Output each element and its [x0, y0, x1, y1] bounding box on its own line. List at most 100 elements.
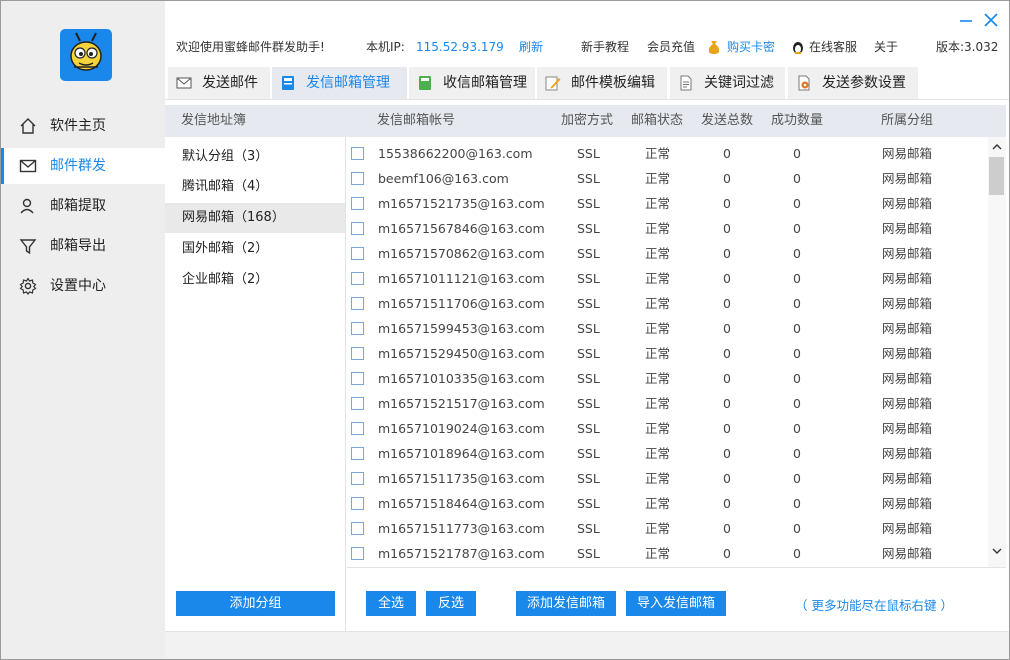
row-checkbox[interactable]: [351, 422, 364, 435]
sidebar-item-extract[interactable]: 邮箱提取: [1, 188, 165, 224]
sidebar: 软件主页 邮件群发 邮箱提取 邮箱导出 设置中心: [1, 1, 165, 659]
row-checkbox[interactable]: [351, 197, 364, 210]
table-row[interactable]: m16571529450@163.com SSL 正常 0 0 网易邮箱: [347, 341, 987, 366]
table-row[interactable]: m16571521787@163.com SSL 正常 0 0 网易邮箱: [347, 541, 987, 566]
row-checkbox[interactable]: [351, 347, 364, 360]
group-cell: 网易邮箱: [882, 396, 933, 411]
row-checkbox[interactable]: [351, 297, 364, 310]
tab-label: 发送邮件: [202, 75, 258, 91]
tab-label: 发信邮箱管理: [306, 75, 390, 91]
tab-keyword-filter[interactable]: 关键词过滤: [670, 67, 785, 99]
table-row[interactable]: m16571011121@163.com SSL 正常 0 0 网易邮箱: [347, 266, 987, 291]
scroll-thumb[interactable]: [989, 157, 1004, 195]
tab-template-edit[interactable]: 邮件模板编辑: [537, 67, 667, 99]
group-cell: 网易邮箱: [882, 146, 933, 161]
row-checkbox[interactable]: [351, 372, 364, 385]
row-checkbox[interactable]: [351, 272, 364, 285]
edit-icon: [545, 76, 561, 91]
import-sender-button[interactable]: 导入发信邮箱: [626, 591, 726, 616]
table-row[interactable]: m16571518464@163.com SSL 正常 0 0 网易邮箱: [347, 491, 987, 516]
mail-icon: [19, 159, 37, 173]
table-row[interactable]: m16571511735@163.com SSL 正常 0 0 网易邮箱: [347, 466, 987, 491]
scroll-up-icon[interactable]: [992, 143, 1002, 151]
sidebar-item-settings[interactable]: 设置中心: [1, 268, 165, 304]
group-item[interactable]: 默认分组（3）: [165, 142, 345, 172]
group-cell: 网易邮箱: [882, 296, 933, 311]
group-list: 默认分组（3） 腾讯邮箱（4） 网易邮箱（168） 国外邮箱（2） 企业邮箱（2…: [165, 137, 346, 631]
refresh-link[interactable]: 刷新: [519, 39, 543, 55]
success-count-cell: 0: [793, 546, 801, 561]
status-cell: 正常: [645, 496, 671, 511]
group-item[interactable]: 腾讯邮箱（4）: [165, 172, 345, 202]
table-row[interactable]: m16571521517@163.com SSL 正常 0 0 网易邮箱: [347, 391, 987, 416]
table-row[interactable]: m16571570862@163.com SSL 正常 0 0 网易邮箱: [347, 241, 987, 266]
sidebar-item-mass-mail[interactable]: 邮件群发: [1, 148, 165, 184]
close-icon[interactable]: [982, 11, 1000, 29]
status-cell: 正常: [645, 321, 671, 336]
email-cell: m16571599453@163.com: [378, 321, 545, 336]
user-icon: [20, 198, 34, 214]
encryption-cell: SSL: [577, 296, 600, 311]
table-row[interactable]: m16571567846@163.com SSL 正常 0 0 网易邮箱: [347, 216, 987, 241]
group-item[interactable]: 网易邮箱（168）: [165, 203, 345, 233]
sidebar-item-home[interactable]: 软件主页: [1, 108, 165, 144]
table-row[interactable]: m16571018964@163.com SSL 正常 0 0 网易邮箱: [347, 441, 987, 466]
add-sender-button[interactable]: 添加发信邮箱: [516, 591, 616, 616]
tutorial-link[interactable]: 新手教程: [581, 39, 629, 55]
tab-send-mail[interactable]: 发送邮件: [168, 67, 270, 99]
sidebar-item-label: 软件主页: [50, 118, 106, 134]
money-bag-icon: [708, 41, 720, 54]
row-checkbox[interactable]: [351, 222, 364, 235]
success-count-cell: 0: [793, 346, 801, 361]
success-count-cell: 0: [793, 371, 801, 386]
row-checkbox[interactable]: [351, 522, 364, 535]
table-row[interactable]: m16571511706@163.com SSL 正常 0 0 网易邮箱: [347, 291, 987, 316]
table-row[interactable]: beemf106@163.com SSL 正常 0 0 网易邮箱: [347, 166, 987, 191]
sent-total-cell: 0: [723, 496, 731, 511]
table-row[interactable]: m16571599453@163.com SSL 正常 0 0 网易邮箱: [347, 316, 987, 341]
group-label: 国外邮箱（2）: [182, 241, 269, 256]
group-cell: 网易邮箱: [882, 321, 933, 336]
row-checkbox[interactable]: [351, 172, 364, 185]
tab-sender-mailbox[interactable]: 发信邮箱管理: [272, 67, 407, 99]
column-header: 成功数量: [771, 113, 824, 128]
row-checkbox[interactable]: [351, 447, 364, 460]
scroll-down-icon[interactable]: [992, 547, 1002, 555]
minimize-icon[interactable]: [957, 11, 975, 29]
encryption-cell: SSL: [577, 396, 600, 411]
table-row[interactable]: 15538662200@163.com SSL 正常 0 0 网易邮箱: [347, 141, 987, 166]
sidebar-item-export[interactable]: 邮箱导出: [1, 228, 165, 264]
group-item[interactable]: 企业邮箱（2）: [165, 265, 345, 295]
row-checkbox[interactable]: [351, 497, 364, 510]
email-cell: m16571521517@163.com: [378, 396, 545, 411]
table-row[interactable]: m16571521735@163.com SSL 正常 0 0 网易邮箱: [347, 191, 987, 216]
table-row[interactable]: m16571019024@163.com SSL 正常 0 0 网易邮箱: [347, 416, 987, 441]
invert-selection-button[interactable]: 反选: [426, 591, 476, 616]
group-item[interactable]: 国外邮箱（2）: [165, 234, 345, 264]
tab-send-settings[interactable]: 发送参数设置: [788, 67, 918, 99]
select-all-button[interactable]: 全选: [366, 591, 416, 616]
table-row[interactable]: m16571010335@163.com SSL 正常 0 0 网易邮箱: [347, 366, 987, 391]
encryption-cell: SSL: [577, 221, 600, 236]
scrollbar[interactable]: [988, 137, 1006, 567]
ip-value: 115.52.93.179: [416, 40, 504, 54]
tab-receiver-mailbox[interactable]: 收信邮箱管理: [409, 67, 535, 99]
sent-total-cell: 0: [723, 171, 731, 186]
row-checkbox[interactable]: [351, 472, 364, 485]
version-text: 版本:3.032: [936, 40, 999, 54]
column-header: 发送总数: [701, 113, 754, 128]
row-checkbox[interactable]: [351, 247, 364, 260]
row-checkbox[interactable]: [351, 322, 364, 335]
table-row[interactable]: m16571511773@163.com SSL 正常 0 0 网易邮箱: [347, 516, 987, 541]
filter-icon: [19, 239, 37, 255]
recharge-link[interactable]: 会员充值: [647, 39, 695, 55]
success-count-cell: 0: [793, 146, 801, 161]
document-icon: [680, 75, 692, 91]
add-group-button[interactable]: 添加分组: [176, 591, 335, 616]
success-count-cell: 0: [793, 271, 801, 286]
about-link[interactable]: 关于: [874, 39, 898, 55]
row-checkbox[interactable]: [351, 147, 364, 160]
status-cell: 正常: [645, 196, 671, 211]
row-checkbox[interactable]: [351, 397, 364, 410]
row-checkbox[interactable]: [351, 547, 364, 560]
